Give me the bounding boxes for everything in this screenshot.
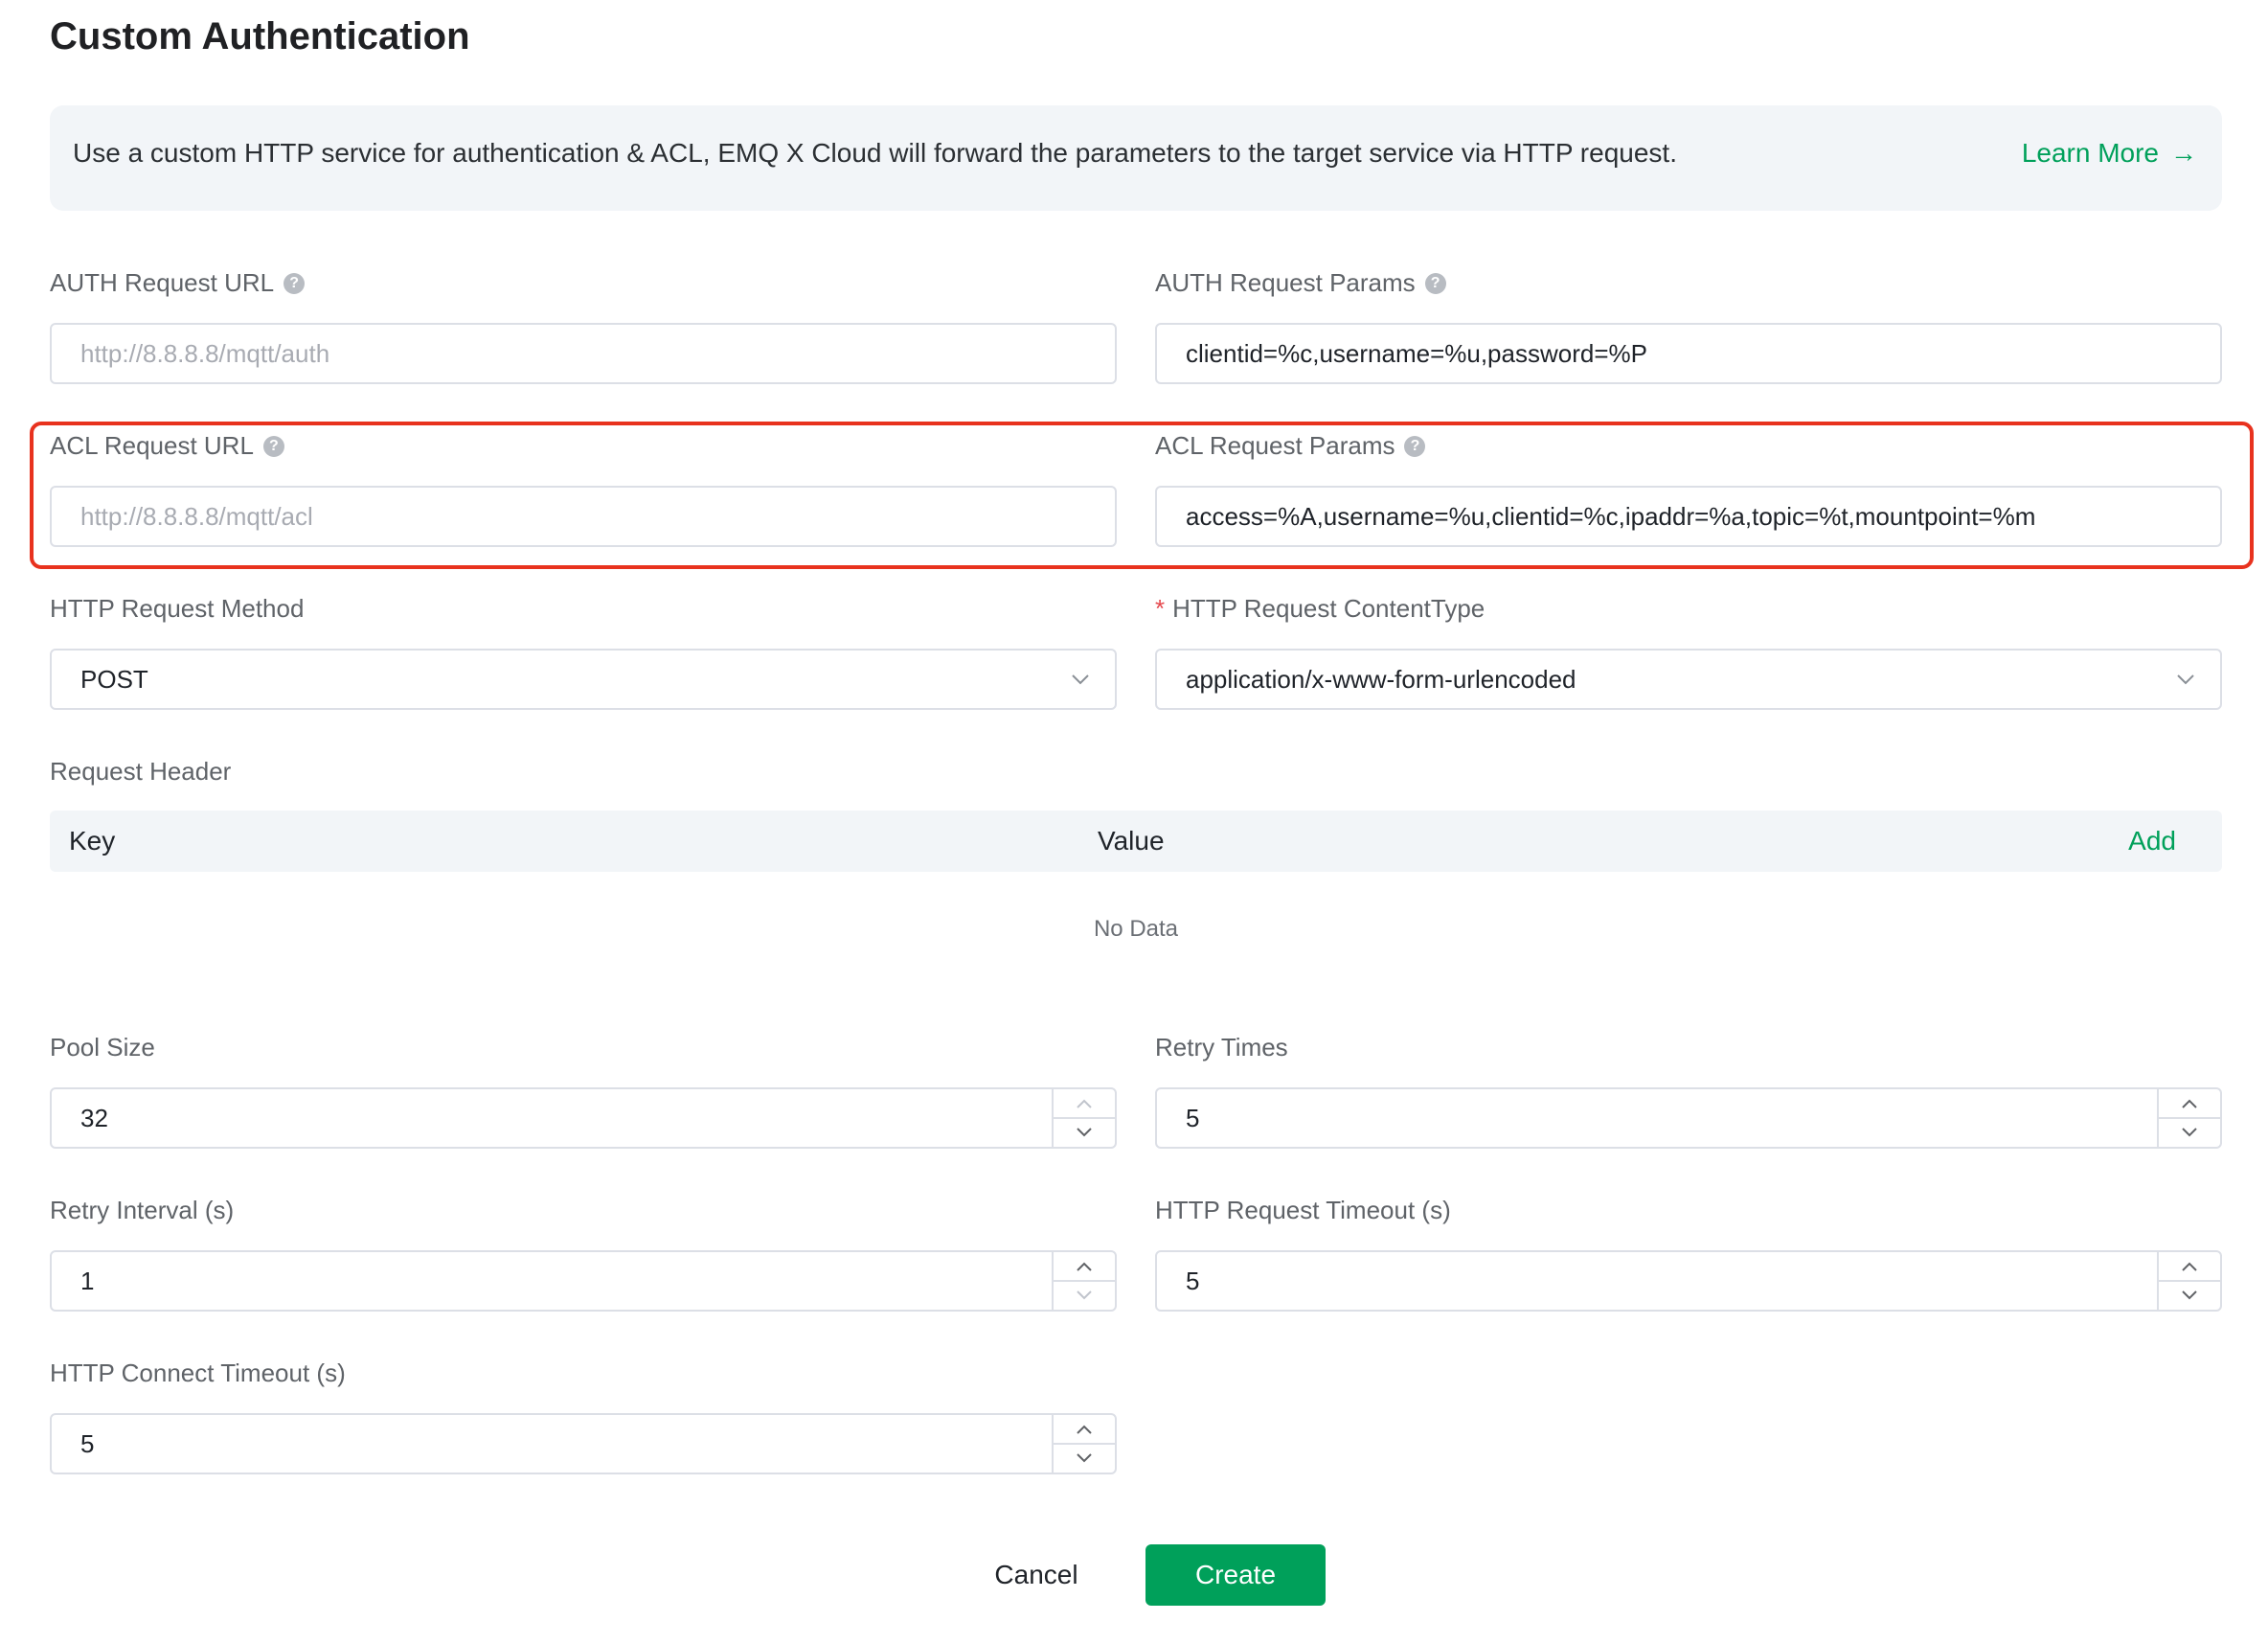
auth-url-label-text: AUTH Request URL	[50, 268, 275, 297]
connect-timeout-stepper	[1052, 1415, 1115, 1473]
auth-url-input[interactable]: http://8.8.8.8/mqtt/auth	[50, 323, 1117, 384]
acl-url-input[interactable]: http://8.8.8.8/mqtt/acl	[50, 486, 1117, 547]
connect-timeout-value: 5	[80, 1429, 95, 1458]
info-notice: Use a custom HTTP service for authentica…	[50, 105, 2222, 211]
increment-button[interactable]	[2159, 1089, 2220, 1119]
decrement-button[interactable]	[1054, 1444, 1115, 1473]
retry-times-stepper	[2157, 1089, 2220, 1147]
retry-interval-label: Retry Interval (s)	[50, 1196, 234, 1225]
method-label: HTTP Request Method	[50, 594, 304, 624]
chevron-up-icon	[1077, 1262, 1092, 1271]
retry-times-label: Retry Times	[1155, 1033, 1288, 1062]
increment-button[interactable]	[2159, 1252, 2220, 1282]
help-icon[interactable]: ?	[1424, 272, 1446, 294]
acl-url-label: ACL Request URL ?	[50, 431, 284, 461]
method-select[interactable]: POST	[50, 649, 1117, 710]
chevron-down-icon	[1077, 1128, 1092, 1137]
acl-url-label-text: ACL Request URL	[50, 431, 254, 460]
retry-interval-input[interactable]: 1	[50, 1250, 1117, 1312]
required-mark: *	[1155, 594, 1166, 623]
method-select-value: POST	[80, 665, 148, 694]
chevron-down-icon	[2182, 1290, 2197, 1300]
custom-auth-page: Custom Authentication Use a custom HTTP …	[0, 0, 2268, 1644]
decrement-button[interactable]	[1054, 1281, 1115, 1310]
increment-button[interactable]	[1054, 1415, 1115, 1445]
pool-size-label-text: Pool Size	[50, 1033, 155, 1062]
notice-text: Use a custom HTTP service for authentica…	[73, 138, 1677, 168]
retry-times-value: 5	[1186, 1104, 1200, 1132]
chevron-down-icon	[1077, 1290, 1092, 1300]
add-header-button[interactable]: Add	[2128, 826, 2176, 856]
help-icon[interactable]: ?	[284, 272, 306, 294]
chevron-down-icon	[2182, 1128, 2197, 1137]
content-type-select-value: application/x-www-form-urlencoded	[1186, 665, 1576, 694]
learn-more-link[interactable]: Learn More →	[2022, 138, 2197, 169]
connect-timeout-input[interactable]: 5	[50, 1413, 1117, 1474]
method-label-text: HTTP Request Method	[50, 594, 305, 623]
chevron-down-icon	[2177, 674, 2194, 685]
auth-params-label-text: AUTH Request Params	[1155, 268, 1416, 297]
pool-size-value: 32	[80, 1104, 108, 1132]
retry-interval-label-text: Retry Interval (s)	[50, 1196, 235, 1224]
help-icon[interactable]: ?	[262, 435, 284, 457]
acl-params-input[interactable]: access=%A,username=%u,clientid=%c,ipaddr…	[1155, 486, 2222, 547]
page-title: Custom Authentication	[50, 15, 470, 57]
request-header-label-text: Request Header	[50, 757, 232, 786]
help-icon[interactable]: ?	[1404, 435, 1426, 457]
retry-times-label-text: Retry Times	[1155, 1033, 1288, 1062]
chevron-down-icon	[1077, 1453, 1092, 1463]
increment-button[interactable]	[1054, 1252, 1115, 1282]
retry-interval-stepper	[1052, 1252, 1115, 1310]
content-type-label: * HTTP Request ContentType	[1155, 594, 1485, 624]
retry-interval-value: 1	[80, 1267, 95, 1295]
chevron-up-icon	[1077, 1099, 1092, 1108]
auth-params-label: AUTH Request Params ?	[1155, 268, 1446, 298]
request-timeout-label: HTTP Request Timeout (s)	[1155, 1196, 1451, 1225]
request-timeout-input[interactable]: 5	[1155, 1250, 2222, 1312]
connect-timeout-label-text: HTTP Connect Timeout (s)	[50, 1359, 346, 1387]
cancel-button[interactable]: Cancel	[967, 1544, 1105, 1606]
arrow-right-icon: →	[2170, 138, 2197, 168]
decrement-button[interactable]	[2159, 1118, 2220, 1147]
pool-size-input[interactable]: 32	[50, 1087, 1117, 1149]
acl-params-label: ACL Request Params ?	[1155, 431, 1426, 461]
request-timeout-value: 5	[1186, 1267, 1200, 1295]
request-timeout-stepper	[2157, 1252, 2220, 1310]
empty-table-text: No Data	[1093, 916, 1179, 942]
create-button[interactable]: Create	[1145, 1544, 1326, 1606]
column-header-value: Value	[1098, 826, 1165, 856]
chevron-up-icon	[2182, 1099, 2197, 1108]
content-type-label-text: HTTP Request ContentType	[1172, 594, 1486, 623]
column-header-key: Key	[69, 826, 116, 856]
request-header-table-head: Key Value Add	[50, 811, 2222, 872]
request-timeout-label-text: HTTP Request Timeout (s)	[1155, 1196, 1451, 1224]
pool-size-stepper	[1052, 1089, 1115, 1147]
request-header-label: Request Header	[50, 757, 231, 787]
learn-more-label: Learn More	[2021, 138, 2159, 168]
connect-timeout-label: HTTP Connect Timeout (s)	[50, 1359, 346, 1388]
decrement-button[interactable]	[2159, 1281, 2220, 1310]
content-type-select[interactable]: application/x-www-form-urlencoded	[1155, 649, 2222, 710]
chevron-up-icon	[2182, 1262, 2197, 1271]
retry-times-input[interactable]: 5	[1155, 1087, 2222, 1149]
chevron-up-icon	[1077, 1425, 1092, 1434]
pool-size-label: Pool Size	[50, 1033, 155, 1062]
auth-params-input[interactable]: clientid=%c,username=%u,password=%P	[1155, 323, 2222, 384]
auth-url-label: AUTH Request URL ?	[50, 268, 306, 298]
decrement-button[interactable]	[1054, 1118, 1115, 1147]
acl-params-label-text: ACL Request Params	[1155, 431, 1395, 460]
increment-button[interactable]	[1054, 1089, 1115, 1119]
chevron-down-icon	[1072, 674, 1089, 685]
